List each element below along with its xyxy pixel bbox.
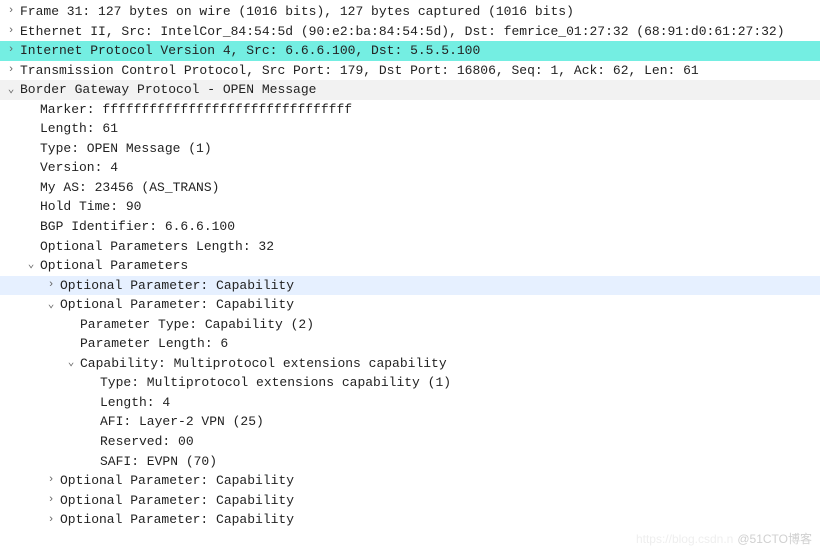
tree-row-label: Transmission Control Protocol, Src Port:… xyxy=(20,62,699,80)
tree-row[interactable]: ›Optional Parameter: Capability xyxy=(0,276,820,296)
tree-row[interactable]: ⌄Border Gateway Protocol - OPEN Message xyxy=(0,80,820,100)
tree-row[interactable]: •Version: 4 xyxy=(0,158,820,178)
tree-row[interactable]: •Parameter Type: Capability (2) xyxy=(0,315,820,335)
tree-row-label: Parameter Length: 6 xyxy=(80,335,228,353)
tree-row-label: Optional Parameters xyxy=(40,257,188,275)
tree-row[interactable]: •SAFI: EVPN (70) xyxy=(0,452,820,472)
spacer-icon: • xyxy=(84,434,98,449)
spacer-icon: • xyxy=(84,454,98,469)
chevron-right-icon[interactable]: › xyxy=(44,513,58,528)
tree-row-label: SAFI: EVPN (70) xyxy=(100,453,217,471)
tree-row[interactable]: ⌄Optional Parameters xyxy=(0,256,820,276)
spacer-icon: • xyxy=(24,122,38,137)
tree-row-label: AFI: Layer-2 VPN (25) xyxy=(100,413,264,431)
chevron-right-icon[interactable]: › xyxy=(44,278,58,293)
tree-row[interactable]: ›Frame 31: 127 bytes on wire (1016 bits)… xyxy=(0,2,820,22)
chevron-right-icon[interactable]: › xyxy=(44,473,58,488)
spacer-icon: • xyxy=(64,317,78,332)
chevron-right-icon[interactable]: › xyxy=(4,24,18,39)
spacer-icon: • xyxy=(84,395,98,410)
chevron-right-icon[interactable]: › xyxy=(44,493,58,508)
watermark: https://blog.csdn.n @51CTO博客 xyxy=(636,531,812,547)
tree-row[interactable]: ⌄Optional Parameter: Capability xyxy=(0,295,820,315)
tree-row-label: Optional Parameter: Capability xyxy=(60,277,294,295)
tree-row[interactable]: •Parameter Length: 6 xyxy=(0,334,820,354)
tree-row[interactable]: •Length: 4 xyxy=(0,393,820,413)
tree-row-label: Type: Multiprotocol extensions capabilit… xyxy=(100,374,451,392)
tree-row-label: Optional Parameter: Capability xyxy=(60,492,294,510)
spacer-icon: • xyxy=(24,141,38,156)
chevron-right-icon[interactable]: › xyxy=(4,63,18,78)
watermark-text: @51CTO博客 xyxy=(737,532,812,546)
tree-row[interactable]: ›Optional Parameter: Capability xyxy=(0,491,820,511)
spacer-icon: • xyxy=(24,102,38,117)
spacer-icon: • xyxy=(84,415,98,430)
spacer-icon: • xyxy=(84,376,98,391)
tree-row-label: Ethernet II, Src: IntelCor_84:54:5d (90:… xyxy=(20,23,785,41)
tree-row[interactable]: •Type: OPEN Message (1) xyxy=(0,139,820,159)
tree-row[interactable]: •Type: Multiprotocol extensions capabili… xyxy=(0,373,820,393)
tree-row[interactable]: •Marker: fffffffffffffffffffffffffffffff… xyxy=(0,100,820,120)
tree-row[interactable]: ›Internet Protocol Version 4, Src: 6.6.6… xyxy=(0,41,820,61)
tree-row[interactable]: •Reserved: 00 xyxy=(0,432,820,452)
tree-row[interactable]: •AFI: Layer-2 VPN (25) xyxy=(0,412,820,432)
tree-row[interactable]: ⌄Capability: Multiprotocol extensions ca… xyxy=(0,354,820,374)
spacer-icon: • xyxy=(24,239,38,254)
tree-row-label: Marker: ffffffffffffffffffffffffffffffff xyxy=(40,101,352,119)
tree-row-label: Version: 4 xyxy=(40,159,118,177)
tree-row-label: Border Gateway Protocol - OPEN Message xyxy=(20,81,316,99)
chevron-right-icon[interactable]: › xyxy=(4,43,18,58)
tree-row[interactable]: •Hold Time: 90 xyxy=(0,197,820,217)
tree-row-label: Optional Parameter: Capability xyxy=(60,511,294,529)
spacer-icon: • xyxy=(64,337,78,352)
tree-row[interactable]: •Length: 61 xyxy=(0,119,820,139)
chevron-down-icon[interactable]: ⌄ xyxy=(4,83,18,98)
chevron-down-icon[interactable]: ⌄ xyxy=(24,258,38,273)
tree-row-label: Capability: Multiprotocol extensions cap… xyxy=(80,355,447,373)
tree-row-label: Optional Parameter: Capability xyxy=(60,472,294,490)
tree-row[interactable]: ›Ethernet II, Src: IntelCor_84:54:5d (90… xyxy=(0,22,820,42)
chevron-right-icon[interactable]: › xyxy=(4,4,18,19)
tree-row-label: My AS: 23456 (AS_TRANS) xyxy=(40,179,219,197)
packet-details-tree: ›Frame 31: 127 bytes on wire (1016 bits)… xyxy=(0,2,820,530)
tree-row[interactable]: •My AS: 23456 (AS_TRANS) xyxy=(0,178,820,198)
spacer-icon: • xyxy=(24,180,38,195)
tree-row-label: Optional Parameters Length: 32 xyxy=(40,238,274,256)
spacer-icon: • xyxy=(24,219,38,234)
tree-row-label: BGP Identifier: 6.6.6.100 xyxy=(40,218,235,236)
tree-row[interactable]: ›Transmission Control Protocol, Src Port… xyxy=(0,61,820,81)
spacer-icon: • xyxy=(24,200,38,215)
tree-row[interactable]: ›Optional Parameter: Capability xyxy=(0,510,820,530)
tree-row-label: Reserved: 00 xyxy=(100,433,194,451)
spacer-icon: • xyxy=(24,161,38,176)
tree-row[interactable]: •BGP Identifier: 6.6.6.100 xyxy=(0,217,820,237)
tree-row-label: Optional Parameter: Capability xyxy=(60,296,294,314)
chevron-down-icon[interactable]: ⌄ xyxy=(64,356,78,371)
tree-row[interactable]: •Optional Parameters Length: 32 xyxy=(0,237,820,257)
tree-row-label: Parameter Type: Capability (2) xyxy=(80,316,314,334)
chevron-down-icon[interactable]: ⌄ xyxy=(44,298,58,313)
tree-row-label: Type: OPEN Message (1) xyxy=(40,140,212,158)
tree-row-label: Internet Protocol Version 4, Src: 6.6.6.… xyxy=(20,42,480,60)
tree-row-label: Hold Time: 90 xyxy=(40,198,141,216)
tree-row-label: Length: 61 xyxy=(40,120,118,138)
tree-row-label: Length: 4 xyxy=(100,394,170,412)
watermark-url: https://blog.csdn.n xyxy=(636,532,733,546)
tree-row[interactable]: ›Optional Parameter: Capability xyxy=(0,471,820,491)
tree-row-label: Frame 31: 127 bytes on wire (1016 bits),… xyxy=(20,3,574,21)
